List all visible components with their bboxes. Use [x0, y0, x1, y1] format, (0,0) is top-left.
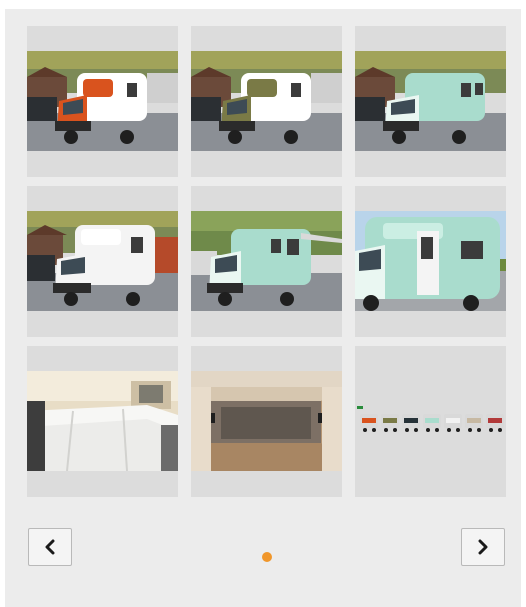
- thumbnail-mint-camper-closeup[interactable]: [355, 186, 506, 337]
- interior-loft-photo-icon: [191, 371, 342, 471]
- thumbnail-white-camper[interactable]: [27, 186, 178, 337]
- thumbnail-grid: [27, 26, 506, 497]
- camper-photo-icon: [191, 211, 342, 311]
- next-button[interactable]: [461, 528, 505, 566]
- thumbnail-mint-camper[interactable]: [355, 26, 506, 177]
- thumbnail-olive-camper[interactable]: [191, 26, 342, 177]
- chevron-right-icon: [478, 539, 488, 555]
- chevron-left-icon: [45, 539, 55, 555]
- thumbnail-interior-loft[interactable]: [191, 346, 342, 497]
- camper-photo-icon: [27, 211, 178, 311]
- thumbnail-mint-camper-awning[interactable]: [191, 186, 342, 337]
- previous-button[interactable]: [28, 528, 72, 566]
- thumbnail-color-variants[interactable]: [355, 346, 506, 497]
- camper-photo-icon: [355, 211, 506, 311]
- camper-photo-icon: [27, 51, 178, 151]
- thumbnail-interior-bed[interactable]: [27, 346, 178, 497]
- camper-photo-icon: [191, 51, 342, 151]
- interior-bed-photo-icon: [27, 371, 178, 471]
- camper-photo-icon: [355, 51, 506, 151]
- color-variants-photo-icon: [357, 406, 504, 432]
- thumbnail-orange-camper[interactable]: [27, 26, 178, 177]
- pager-dot-active[interactable]: [262, 552, 272, 562]
